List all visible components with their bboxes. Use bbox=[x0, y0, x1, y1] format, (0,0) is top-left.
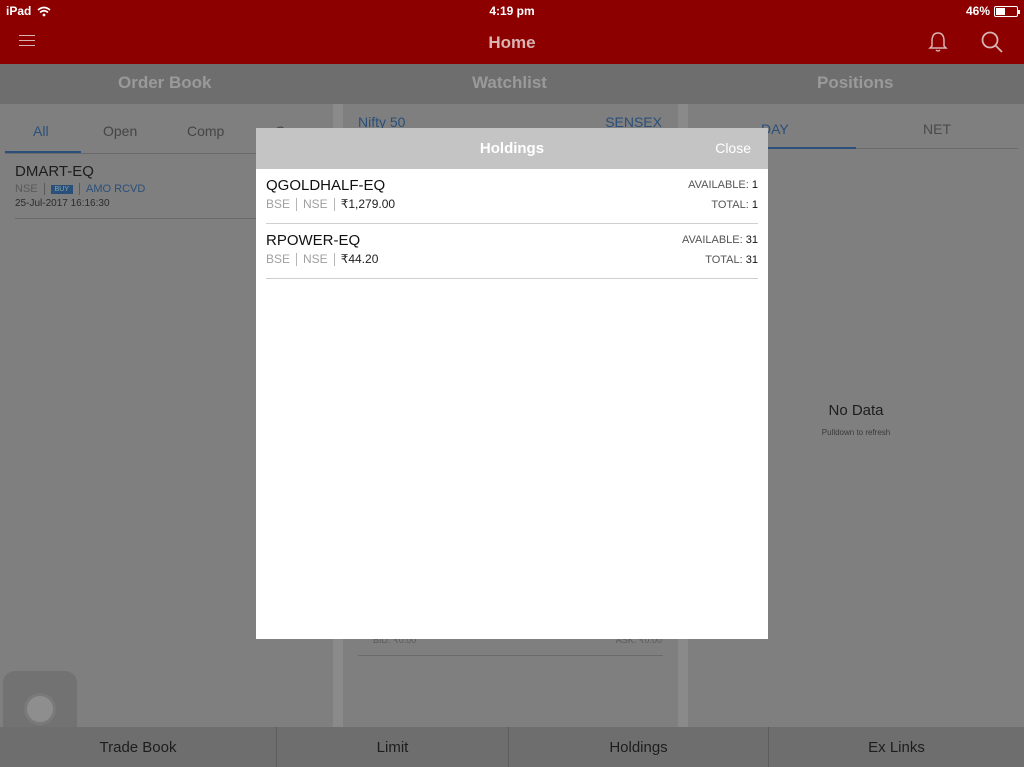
close-button[interactable]: Close bbox=[715, 140, 751, 156]
nav-limit[interactable]: Limit bbox=[277, 727, 509, 767]
total-label: TOTAL: bbox=[711, 199, 749, 211]
exchange-nse: NSE bbox=[303, 252, 328, 266]
modal-title: Holdings bbox=[479, 140, 545, 157]
available-qty: 31 bbox=[745, 234, 758, 246]
buy-badge: BUY bbox=[50, 184, 74, 194]
tab-all[interactable]: All bbox=[33, 123, 49, 139]
search-icon[interactable] bbox=[980, 30, 1004, 54]
total-label: TOTAL: bbox=[705, 254, 743, 266]
bottom-nav: Trade Book Limit Holdings Ex Links bbox=[0, 727, 1024, 767]
order-status: AMO RCVD bbox=[86, 183, 146, 195]
available-qty: 1 bbox=[751, 179, 758, 191]
holding-row[interactable]: QGOLDHALF-EQ BSE NSE ₹1,279.00 AVAILABLE… bbox=[266, 169, 758, 224]
order-exchange: NSE bbox=[15, 183, 38, 195]
holding-symbol: QGOLDHALF-EQ bbox=[266, 177, 386, 194]
modal-header: Holdings Close bbox=[256, 128, 768, 169]
status-bar: iPad 4:19 pm 46% bbox=[0, 0, 1024, 22]
nav-ex-links[interactable]: Ex Links bbox=[769, 727, 1024, 767]
available-label: AVAILABLE: bbox=[688, 179, 749, 191]
battery-icon bbox=[994, 5, 1020, 17]
holding-price: ₹1,279.00 bbox=[340, 197, 396, 211]
total-qty: 1 bbox=[751, 199, 758, 211]
tab-net[interactable]: NET bbox=[923, 121, 951, 137]
holdings-modal: Holdings Close QGOLDHALF-EQ BSE NSE ₹1,2… bbox=[256, 128, 768, 639]
holding-symbol: RPOWER-EQ bbox=[266, 232, 361, 249]
section-watchlist[interactable]: Watchlist bbox=[472, 73, 547, 93]
nav-trade-book[interactable]: Trade Book bbox=[0, 727, 277, 767]
bell-icon[interactable] bbox=[927, 30, 949, 54]
exchange-bse: BSE bbox=[266, 197, 291, 211]
tab-completed[interactable]: Comp bbox=[187, 123, 224, 139]
page-title: Home bbox=[488, 33, 536, 52]
holding-row[interactable]: RPOWER-EQ BSE NSE ₹44.20 AVAILABLE: 31 T… bbox=[266, 224, 758, 279]
app-header: Home bbox=[0, 22, 1024, 64]
section-order-book[interactable]: Order Book bbox=[118, 73, 212, 93]
section-headers: Order Book Watchlist Positions bbox=[0, 64, 1024, 104]
status-time: 4:19 pm bbox=[489, 4, 535, 18]
battery-percent: 46% bbox=[965, 4, 990, 18]
tab-open[interactable]: Open bbox=[103, 123, 137, 139]
nav-holdings[interactable]: Holdings bbox=[509, 727, 769, 767]
exchange-nse: NSE bbox=[303, 197, 328, 211]
total-qty: 31 bbox=[745, 254, 758, 266]
available-label: AVAILABLE: bbox=[681, 234, 743, 246]
section-positions[interactable]: Positions bbox=[817, 73, 894, 93]
exchange-bse: BSE bbox=[266, 252, 291, 266]
holding-price: ₹44.20 bbox=[340, 252, 379, 266]
